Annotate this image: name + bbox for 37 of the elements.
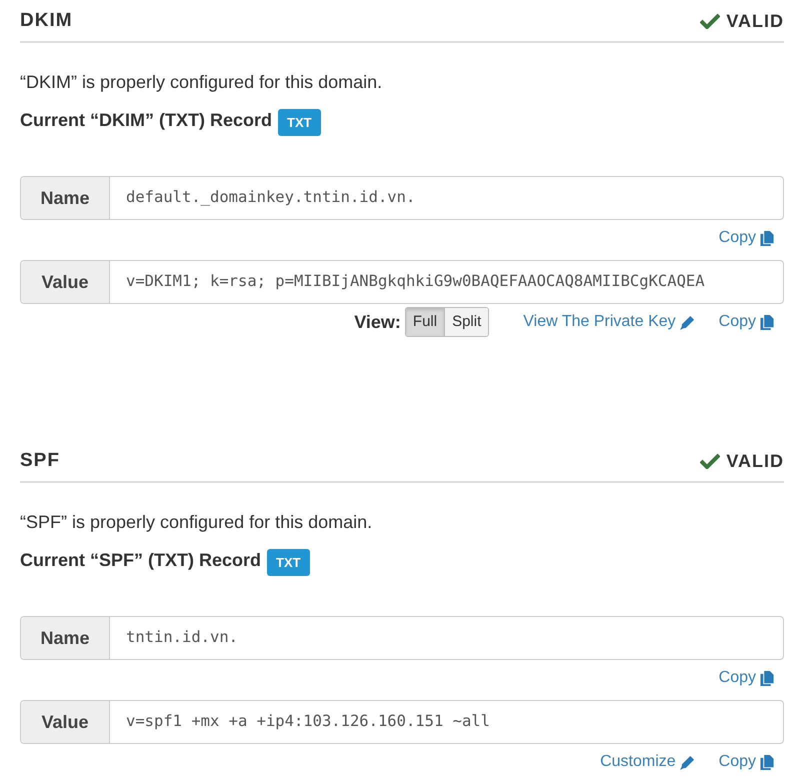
copy-link[interactable]: Copy: [718, 666, 774, 690]
field-value: v=DKIM1; k=rsa; p=MIIBIjANBgkqhkiG9w0BAQEFAAOCAQ8AMIIBCgKCAQEA: [125, 271, 705, 292]
field-value: default._domainkey.tntin.id.vn.: [125, 187, 416, 208]
copy-link[interactable]: Copy: [718, 750, 774, 774]
field-value: v=spf1 +mx +a +ip4:103.126.160.151 ~all: [125, 711, 490, 732]
status-message: “DKIM” is properly configured for this domain.: [20, 70, 384, 94]
status-label: VALID: [726, 450, 784, 473]
record-field[interactable]: Name default._domainkey.tntin.id.vn.: [20, 176, 784, 220]
record-heading: Current “DKIM” (TXT) Record: [20, 109, 272, 132]
copy-link[interactable]: Copy: [718, 310, 774, 334]
record-type-badge: TXT: [267, 548, 310, 576]
field-label: Name: [21, 177, 110, 219]
record-heading: Current “SPF” (TXT) Record: [20, 549, 262, 572]
pencil-icon: [680, 754, 695, 770]
view-option-button[interactable]: Full: [406, 308, 444, 336]
section-title: SPF: [20, 449, 60, 473]
status-message: “SPF” is properly configured for this domain.: [20, 510, 374, 534]
copy-icon: [760, 670, 774, 686]
copy-icon: [760, 754, 774, 770]
field-label: Value: [21, 261, 110, 303]
status-label: VALID: [726, 10, 784, 33]
record-type-badge: TXT: [278, 108, 321, 136]
section-title: DKIM: [20, 9, 73, 33]
copy-icon: [760, 314, 774, 330]
copy-link[interactable]: Copy: [718, 226, 774, 250]
view-option-button[interactable]: Split: [444, 308, 488, 336]
field-label: Value: [21, 701, 110, 743]
copy-icon: [760, 230, 774, 246]
record-field[interactable]: Value v=spf1 +mx +a +ip4:103.126.160.151 ~all: [20, 700, 784, 744]
record-field[interactable]: Name tntin.id.vn.: [20, 616, 784, 660]
edit-link[interactable]: Customize: [600, 750, 695, 774]
field-value: tntin.id.vn.: [125, 627, 238, 648]
record-field[interactable]: Value v=DKIM1; k=rsa; p=MIIBIjANBgkqhkiG9w0BAQEFAAOCAQ8AMIIBCgKCAQEA: [20, 260, 784, 304]
pencil-icon: [680, 314, 695, 330]
field-label: Name: [21, 617, 110, 659]
view-label: View:: [354, 310, 401, 334]
edit-link[interactable]: View The Private Key: [523, 310, 695, 334]
